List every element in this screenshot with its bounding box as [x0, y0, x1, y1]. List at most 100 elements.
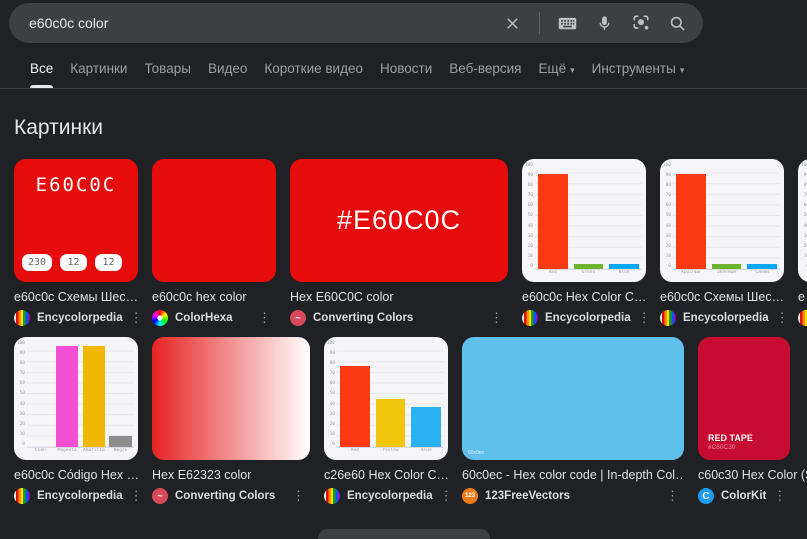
- y-tick-label: 80: [803, 183, 807, 189]
- result-source[interactable]: Encycolorpedia ⋮: [660, 310, 789, 326]
- camera-lens-icon[interactable]: [631, 13, 651, 33]
- result-title[interactable]: e60c0c Hex Color C…: [522, 290, 646, 304]
- tab-more[interactable]: Ещё ▾: [538, 61, 574, 88]
- x-tick-label: Yellow: [382, 448, 399, 453]
- result-thumbnail[interactable]: 60c0ec: [462, 337, 684, 460]
- search-input[interactable]: e60c0c color: [29, 15, 108, 31]
- result-title[interactable]: e60c0c hex color: [152, 290, 276, 304]
- result-source[interactable]: ColorHexa ⋮: [152, 310, 276, 326]
- result-thumbnail[interactable]: 100 90 80 70 60 50 40 30 20 10 0 Red Yellow Blue: [324, 337, 448, 460]
- result-source[interactable]: Encycolorpedia ⋮: [522, 310, 651, 326]
- result-source[interactable]: Encycolorpedia ⋮: [14, 310, 143, 326]
- chart-bar: [747, 263, 778, 269]
- chart-plot: Cian Magenta Amarillo Negro: [27, 341, 134, 458]
- more-options-icon[interactable]: ⋮: [490, 310, 508, 326]
- tab-images[interactable]: Картинки: [70, 61, 127, 88]
- result-thumbnail[interactable]: 100 90 80 70 60 50 40 30 20 10 0 Cian Magenta Amarill…: [14, 337, 138, 460]
- tab-tools[interactable]: Инструменты ▾: [592, 61, 685, 88]
- result-source-name: ColorHexa: [175, 312, 233, 324]
- keyboard-icon[interactable]: [557, 13, 578, 34]
- result-title[interactable]: e60c0c Código Hex …: [14, 468, 138, 482]
- rgb-value-badge: 230: [22, 254, 53, 271]
- result-card: 100 90 80 70 60 50 40 30 20 10 0 Cian Magenta Amarill…: [14, 337, 143, 504]
- more-options-icon[interactable]: ⋮: [638, 310, 656, 326]
- chevron-down-icon: ▾: [570, 65, 575, 75]
- chart-plot: Красный Зеленый Синий: [673, 163, 780, 280]
- y-tick-label: 70: [665, 193, 671, 199]
- result-source[interactable]: Encycolorpedia ⋮: [14, 488, 143, 504]
- result-title[interactable]: Hex E62323 color: [152, 468, 310, 482]
- tab-short-videos[interactable]: Короткие видео: [264, 61, 363, 88]
- bottom-scroll-pill[interactable]: [317, 529, 490, 539]
- encycolorpedia-favicon: [324, 488, 340, 504]
- result-title[interactable]: Hex E60C0C color: [290, 290, 508, 304]
- y-tick-label: 90: [19, 351, 25, 357]
- mic-icon[interactable]: [595, 14, 614, 33]
- result-thumbnail[interactable]: 100 90 80 70 60 50 40 30 20 10 0 Красный Зеленый Сини…: [660, 159, 784, 282]
- more-options-icon[interactable]: ⋮: [666, 488, 684, 504]
- search-bar[interactable]: e60c0c color: [9, 3, 703, 43]
- y-tick-label: 20: [527, 243, 533, 249]
- result-thumbnail[interactable]: [152, 159, 276, 282]
- rgb-value-badge: 12: [95, 254, 123, 271]
- chart-bars: [535, 163, 642, 270]
- chart-bar-slot: [337, 341, 373, 447]
- result-source[interactable]: 123 123FreeVectors ⋮: [462, 488, 684, 504]
- chart-bar: [339, 366, 370, 447]
- more-options-icon[interactable]: ⋮: [773, 488, 791, 504]
- result-thumbnail[interactable]: E60C0C 230 12 12: [14, 159, 138, 282]
- x-tick-label: Green: [581, 270, 596, 275]
- more-options-icon[interactable]: ⋮: [130, 310, 148, 326]
- result-title[interactable]: 60c0ec - Hex color code | In-depth Col…: [462, 468, 684, 482]
- more-options-icon[interactable]: ⋮: [292, 488, 310, 504]
- search-icon[interactable]: [668, 14, 687, 33]
- more-options-icon[interactable]: ⋮: [776, 310, 794, 326]
- colorhexa-favicon: [152, 310, 168, 326]
- tab-shopping[interactable]: Товары: [144, 61, 190, 88]
- chart-bars: [27, 341, 134, 448]
- result-source[interactable]: ~ Converting Colors ⋮: [152, 488, 310, 504]
- more-options-icon[interactable]: ⋮: [130, 488, 148, 504]
- result-thumbnail[interactable]: [152, 337, 310, 460]
- result-card: 60c0ec 60c0ec - Hex color code | In-depth…: [462, 337, 684, 504]
- y-tick-label: 20: [19, 421, 25, 427]
- y-tick-label: 40: [803, 223, 807, 229]
- result-thumbnail[interactable]: 1009080706050403020100RedGreenBlue: [522, 159, 646, 282]
- rgb-value-badge: 12: [60, 254, 88, 271]
- result-title[interactable]: e60c0c Схемы Шес…: [14, 290, 138, 304]
- result-thumbnail[interactable]: 1009080706050403020100RedGreenBlue: [798, 159, 807, 282]
- chart-bar: [375, 399, 406, 447]
- chart-bar: [609, 263, 640, 269]
- chart-bar: [537, 173, 568, 269]
- convertingcolors-favicon: ~: [152, 488, 168, 504]
- tab-news[interactable]: Новости: [380, 61, 432, 88]
- result-title[interactable]: c60c30 Hex Color (S…: [698, 468, 807, 482]
- result-thumbnail[interactable]: RED TAPE #C60C30: [698, 337, 790, 460]
- color-name-label: RED TAPE: [708, 432, 753, 443]
- result-title[interactable]: e: [798, 290, 807, 304]
- y-tick-label: 90: [665, 173, 671, 179]
- result-source[interactable]: ~ Converting Colors ⋮: [290, 310, 508, 326]
- more-options-icon[interactable]: ⋮: [258, 310, 276, 326]
- y-tick-label: 10: [665, 253, 671, 259]
- more-options-icon[interactable]: ⋮: [440, 488, 458, 504]
- y-tick-label: 10: [329, 431, 335, 437]
- result-title[interactable]: c26e60 Hex Color C…: [324, 468, 448, 482]
- chart-y-axis: 1009080706050403020100: [524, 163, 535, 280]
- colorkit-favicon: C: [698, 488, 714, 504]
- result-source[interactable]: C ColorKit ⋮: [698, 488, 790, 504]
- y-tick-label: 20: [329, 421, 335, 427]
- result-title[interactable]: e60c0c Схемы Шес…: [660, 290, 784, 304]
- chart-x-labels: Cian Magenta Amarillo Negro: [27, 448, 134, 458]
- tab-videos[interactable]: Видео: [208, 61, 247, 88]
- x-tick-label: Синий: [755, 270, 769, 275]
- color-hex-label: #C60C30: [708, 443, 736, 451]
- tab-web[interactable]: Веб-версия: [449, 61, 521, 88]
- result-source[interactable]: ⋮: [798, 310, 807, 326]
- y-tick-label: 60: [329, 381, 335, 387]
- clear-icon[interactable]: [503, 14, 522, 33]
- y-tick-label: 50: [803, 213, 807, 219]
- result-source[interactable]: Encycolorpedia ⋮: [324, 488, 453, 504]
- tab-all[interactable]: Все: [30, 61, 54, 88]
- result-thumbnail[interactable]: #E60C0C: [290, 159, 508, 282]
